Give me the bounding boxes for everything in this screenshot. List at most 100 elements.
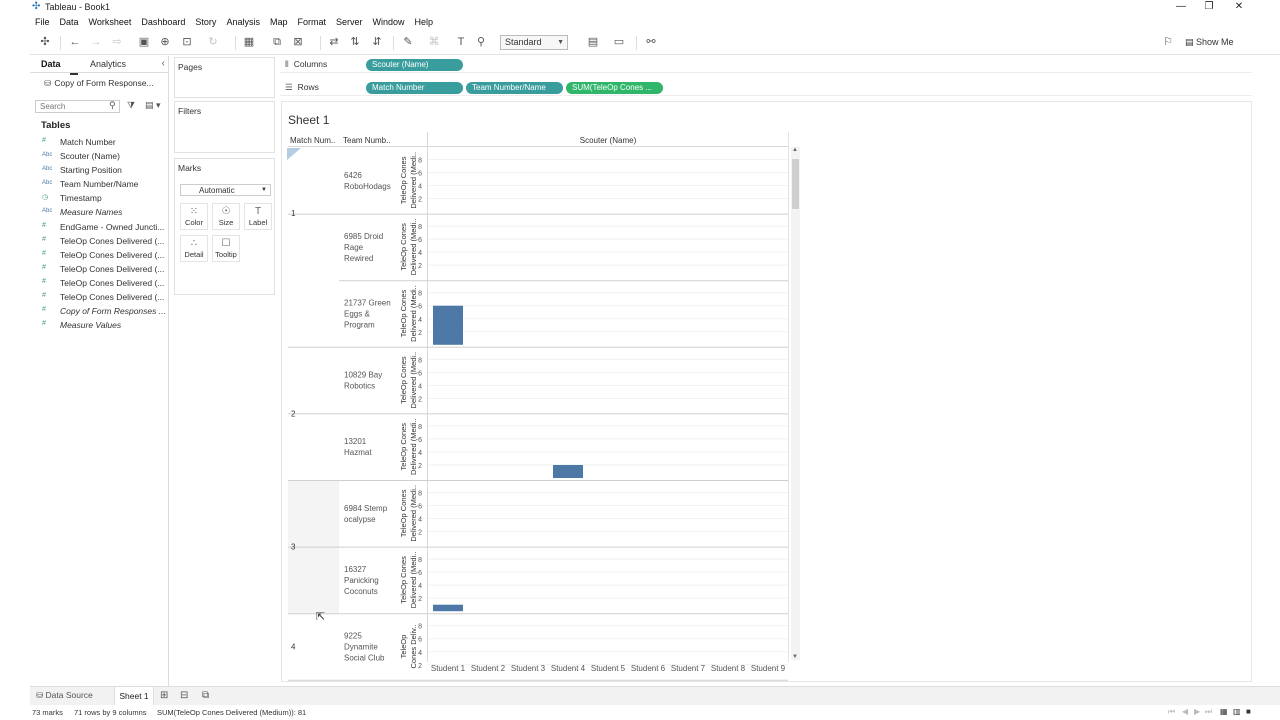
field-item[interactable]: # TeleOp Cones Delivered (...: [40, 291, 168, 305]
menu-story[interactable]: Story: [190, 15, 221, 30]
marks-tooltip-button[interactable]: ☐ Tooltip: [212, 235, 240, 262]
field-item[interactable]: # TeleOp Cones Delivered (...: [40, 249, 168, 263]
field-item[interactable]: # TeleOp Cones Delivered (...: [40, 263, 168, 277]
pill-sum-teleop-cones[interactable]: SUM(TeleOp Cones ...: [566, 82, 663, 94]
field-item[interactable]: Abc Starting Position: [40, 164, 168, 178]
new-worksheet-icon[interactable]: ⊞: [160, 690, 168, 701]
field-item[interactable]: # TeleOp Cones Delivered (...: [40, 235, 168, 249]
field-item[interactable]: Abc Team Number/Name: [40, 178, 168, 192]
menu-map[interactable]: Map: [265, 15, 293, 30]
duplicate-sheet-icon[interactable]: ⧉: [270, 36, 284, 49]
marks-label-button[interactable]: T Label: [244, 203, 272, 230]
pause-updates-icon[interactable]: ⊡: [180, 36, 194, 49]
tab-data[interactable]: Data: [41, 59, 61, 69]
pages-card-title: Pages: [178, 62, 203, 72]
presentation-mode-icon[interactable]: ▭: [612, 36, 626, 49]
tabs-view-icon[interactable]: ■: [1246, 707, 1251, 716]
previous-sheet-icon[interactable]: ◀: [1182, 707, 1188, 716]
field-item[interactable]: # TeleOp Cones Delivered (...: [40, 277, 168, 291]
view-options-icon[interactable]: ▤ ▾: [145, 100, 161, 111]
group-members-icon[interactable]: ⌘: [427, 36, 441, 49]
menu-window[interactable]: Window: [368, 15, 410, 30]
next-sheet-icon[interactable]: ▶: [1194, 707, 1200, 716]
scrollbar-thumb[interactable]: [792, 159, 799, 209]
first-sheet-icon[interactable]: ⏮: [1168, 707, 1175, 717]
marks-button-label: Size: [218, 218, 234, 227]
scroll-down-icon[interactable]: ▼: [792, 654, 798, 660]
pill-scouter-name[interactable]: Scouter (Name): [366, 59, 463, 71]
highlight-icon[interactable]: ✎: [401, 36, 415, 49]
last-sheet-icon[interactable]: ⏭: [1205, 707, 1212, 717]
string-type-icon: Abc: [42, 208, 53, 214]
clear-sheet-icon[interactable]: ⊠: [291, 36, 305, 49]
restore-button[interactable]: ❐: [1194, 0, 1224, 15]
field-name: TeleOp Cones Delivered (...: [60, 278, 165, 288]
show-me-icon: ▤: [1185, 37, 1194, 47]
fix-axes-icon[interactable]: ⚲: [474, 36, 488, 49]
show-mark-labels-icon[interactable]: T: [454, 36, 468, 49]
close-button[interactable]: ✕: [1224, 0, 1254, 15]
menu-server[interactable]: Server: [331, 15, 368, 30]
tab-analytics[interactable]: Analytics: [90, 59, 126, 69]
string-type-icon: Abc: [42, 152, 53, 158]
menu-analysis[interactable]: Analysis: [221, 15, 265, 30]
undo-icon[interactable]: ←: [68, 36, 82, 49]
fit-dropdown[interactable]: Standard ▼: [500, 35, 568, 50]
marks-size-button[interactable]: ☉ Size: [212, 203, 240, 230]
new-dashboard-icon[interactable]: ⊟: [180, 690, 188, 701]
tab-sheet-1[interactable]: Sheet 1: [114, 687, 154, 706]
redo-icon[interactable]: →: [89, 36, 103, 49]
pill-match-number[interactable]: Match Number: [366, 82, 463, 94]
field-name: Copy of Form Responses ...: [60, 306, 166, 316]
field-item[interactable]: # EndGame - Owned Juncti...: [40, 221, 168, 235]
sort-ascending-icon[interactable]: ⇅: [348, 36, 362, 49]
worksheet-view: Sheet 1: [281, 101, 1252, 682]
field-item[interactable]: ◷ Timestamp: [40, 192, 168, 206]
swap-rows-columns-icon[interactable]: ⇄: [327, 36, 341, 49]
tab-data-source[interactable]: ⛁ Data Source: [36, 690, 93, 701]
pages-card[interactable]: Pages: [174, 57, 275, 98]
sheet-sorter-icon[interactable]: ▦: [1220, 707, 1228, 716]
marks-color-button[interactable]: ⁙ Color: [180, 203, 208, 230]
menu-help[interactable]: Help: [410, 15, 439, 30]
menu-data[interactable]: Data: [55, 15, 84, 30]
filmstrip-icon[interactable]: ▥: [1233, 707, 1241, 716]
columns-shelf[interactable]: ⦀ Columns Scouter (Name): [280, 56, 1252, 73]
show-me-button[interactable]: ▤ Show Me: [1185, 36, 1234, 49]
field-item[interactable]: Abc Measure Names: [40, 206, 168, 220]
number-type-icon: #: [42, 250, 46, 257]
field-item[interactable]: # Match Number: [40, 136, 168, 150]
scroll-up-icon[interactable]: ▲: [792, 147, 798, 153]
minimize-button[interactable]: —: [1166, 0, 1196, 15]
menu-format[interactable]: Format: [292, 15, 331, 30]
vertical-scrollbar[interactable]: ▲ ▼: [791, 147, 800, 660]
new-story-icon[interactable]: ⧉: [202, 690, 209, 701]
menu-file[interactable]: File: [30, 15, 55, 30]
collapse-left-icon[interactable]: ‹: [162, 58, 165, 69]
tableau-window: ✣ Tableau - Book1 — ❐ ✕ File Data Workshee…: [0, 0, 1280, 720]
field-item[interactable]: Abc Scouter (Name): [40, 150, 168, 164]
cards-column: Pages Filters Marks Automatic ▼ ⁙ Color ☉ S…: [170, 56, 278, 686]
rows-shelf[interactable]: ☰ Rows Match Number Team Number/Name SUM(…: [280, 79, 1252, 96]
field-item[interactable]: # Measure Values: [40, 319, 168, 333]
datasource-item[interactable]: ⛁ Copy of Form Response...: [44, 78, 154, 89]
menu-worksheet[interactable]: Worksheet: [84, 15, 137, 30]
filters-card[interactable]: Filters: [174, 101, 275, 153]
pin-icon[interactable]: ⚐: [1161, 36, 1175, 49]
filter-icon[interactable]: ⧩: [127, 100, 135, 111]
mark-type-dropdown[interactable]: Automatic ▼: [180, 184, 271, 196]
save-icon[interactable]: ▣: [137, 36, 151, 49]
share-icon[interactable]: ⚯: [644, 36, 658, 49]
tableau-home-icon[interactable]: ✣: [38, 36, 52, 49]
marks-detail-button[interactable]: ∴ Detail: [180, 235, 208, 262]
replay-icon[interactable]: ⇨: [110, 36, 124, 49]
new-worksheet-icon[interactable]: ▦: [242, 36, 256, 49]
field-search-input[interactable]: [35, 100, 120, 113]
menu-dashboard[interactable]: Dashboard: [136, 15, 190, 30]
new-datasource-icon[interactable]: ⊕: [158, 36, 172, 49]
cards-toggle-icon[interactable]: ▤: [586, 36, 600, 49]
field-item[interactable]: # Copy of Form Responses ...: [40, 305, 168, 319]
pill-team-number-name[interactable]: Team Number/Name: [466, 82, 563, 94]
refresh-icon[interactable]: ↻: [206, 36, 220, 49]
sort-descending-icon[interactable]: ⇵: [370, 36, 384, 49]
